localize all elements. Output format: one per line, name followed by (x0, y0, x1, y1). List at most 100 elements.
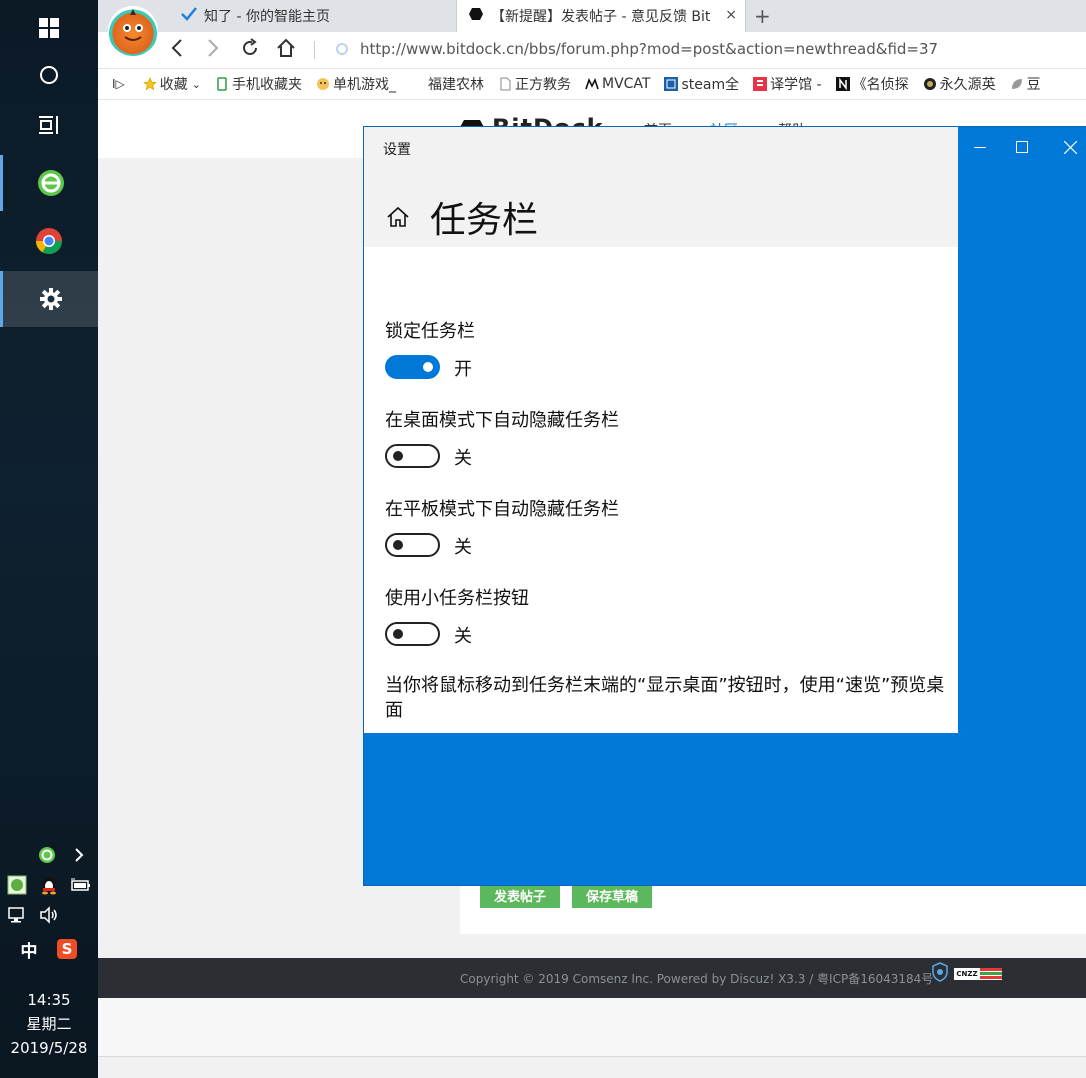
navigation-bar: http://www.bitdock.cn/bbs/forum.php?mod=… (98, 32, 1086, 69)
security-shield-icon[interactable] (932, 962, 948, 985)
tab-bitdock-post[interactable]: 【新提醒】发表帖子 - 意见反馈 Bit × (456, 0, 746, 32)
settings-titlebar[interactable]: 设置 (364, 127, 958, 167)
lock-taskbar-state: 开 (454, 359, 472, 380)
sogou-letter: S (57, 939, 77, 959)
close-icon (1063, 140, 1077, 154)
ime-indicator[interactable]: 中 (18, 938, 40, 962)
game-icon (316, 77, 330, 91)
taskbar-app-browser[interactable] (0, 155, 98, 211)
monster-face-icon (123, 9, 143, 41)
save-draft-button[interactable]: 保存草稿 (572, 882, 653, 908)
toggle-knob (423, 362, 433, 372)
small-buttons-toggle[interactable] (385, 622, 440, 646)
autohide-desktop-state: 关 (454, 448, 472, 469)
gear-icon (39, 288, 62, 310)
leaf-icon (1010, 77, 1024, 91)
forward-button[interactable] (206, 38, 220, 63)
bookmark-mobile[interactable]: 手机收藏夹 (215, 74, 302, 94)
reload-button[interactable] (240, 38, 260, 63)
notion-icon (835, 77, 850, 91)
task-view-button[interactable] (0, 97, 98, 153)
taskbar-app-settings[interactable] (0, 271, 98, 327)
bookmarks-bar: I▷ 收藏 ⌄ 手机收藏夹 单机游戏_ 福建农林 正方教务 MVCAT stea… (98, 69, 1086, 100)
setting-label-lock-taskbar: 锁定任务栏 (385, 321, 475, 342)
page-icon (498, 77, 512, 91)
tray-row-1 (0, 844, 98, 866)
browser-e-icon (37, 170, 64, 196)
show-hidden-icons-chevron-icon[interactable] (68, 844, 90, 866)
copyright-text: Copyright © 2019 Comsenz Inc. Powered by… (460, 972, 934, 986)
address-bar[interactable]: http://www.bitdock.cn/bbs/forum.php?mod=… (336, 40, 938, 58)
clock-day: 星期二 (26, 1015, 72, 1033)
small-buttons-state: 关 (454, 626, 472, 647)
page-title: 任务栏 (430, 200, 539, 241)
power-battery-icon[interactable] (70, 874, 92, 896)
maximize-button[interactable] (1002, 127, 1042, 167)
tab-label: 【新提醒】发表帖子 - 意见反馈 Bit (491, 9, 711, 25)
toggle-knob (393, 540, 403, 550)
bookmark-steam[interactable]: steam全 (664, 74, 739, 94)
bookmark-games[interactable]: 单机游戏_ (316, 74, 396, 94)
tray-row-2 (0, 874, 98, 896)
back-button[interactable] (170, 38, 184, 63)
new-tab-button[interactable]: + (754, 4, 771, 28)
toggle-knob (393, 629, 403, 639)
qq-penguin-icon[interactable] (38, 874, 60, 896)
bookmark-favorites[interactable]: 收藏 ⌄ (143, 74, 201, 94)
clock-date: 2019/5/28 (10, 1039, 88, 1057)
bookmark-zhengfang[interactable]: 正方教务 (498, 74, 571, 94)
cnzz-stripes (980, 968, 1002, 980)
task-view-icon (39, 116, 58, 134)
post-thread-button[interactable]: 发表帖子 (480, 882, 561, 908)
tray-row-3 (0, 904, 98, 926)
close-tab-icon[interactable]: × (725, 7, 737, 23)
tab-zhiliao[interactable]: 知了 - 你的智能主页 (170, 0, 454, 32)
mvcat-icon (585, 77, 599, 91)
autohide-tablet-toggle[interactable] (385, 533, 440, 557)
tray-browser-icon[interactable] (36, 844, 58, 866)
home-button[interactable] (276, 38, 296, 63)
bookmark-yixueguan[interactable]: 译学馆 - (753, 74, 822, 94)
site-footer: Copyright © 2019 Comsenz Inc. Powered by… (98, 958, 1086, 998)
tab-label: 知了 - 你的智能主页 (204, 9, 330, 25)
steam-icon (664, 77, 679, 91)
url-text: http://www.bitdock.cn/bbs/forum.php?mod=… (360, 40, 939, 58)
clock[interactable]: 14:35 星期二 2019/5/28 (0, 988, 98, 1060)
peek-description: 当你将鼠标移动到任务栏末端的“显示桌面”按钮时，使用“速览”预览桌面 (385, 675, 945, 721)
taskbar-app-chrome[interactable] (0, 213, 98, 269)
site-info-icon[interactable] (336, 43, 348, 55)
bookmark-conan[interactable]: 《名侦探 (835, 74, 909, 94)
sogou-input-icon[interactable]: S (56, 938, 78, 960)
close-button[interactable] (1054, 127, 1086, 167)
bookmark-dou[interactable]: 豆 (1010, 74, 1041, 94)
tray-green-app-icon[interactable] (6, 874, 28, 896)
chrome-icon (35, 228, 63, 255)
autohide-desktop-toggle[interactable] (385, 444, 440, 468)
windows-logo-icon (39, 18, 59, 38)
bookmark-mvcat[interactable]: MVCAT (585, 76, 650, 92)
settings-content: 锁定任务栏 开 在桌面模式下自动隐藏任务栏 关 在平板模式下自动隐藏任务栏 关 … (364, 247, 958, 733)
tab-strip: 知了 - 你的智能主页 【新提醒】发表帖子 - 意见反馈 Bit × + (98, 0, 1086, 32)
settings-header: 任务栏 (364, 167, 958, 247)
bookmark-yongjiu[interactable]: 永久源英 (923, 74, 996, 94)
setting-label-autohide-desktop: 在桌面模式下自动隐藏任务栏 (385, 410, 619, 431)
settings-window: 设置 任务栏 锁定任务栏 开 在桌面模式下自动隐藏任务栏 关 在平板模式下自动隐… (364, 127, 1086, 885)
lock-taskbar-toggle[interactable] (385, 355, 440, 379)
minimize-button[interactable] (958, 127, 1002, 167)
cortana-button[interactable] (0, 47, 98, 103)
volume-icon[interactable] (38, 904, 60, 926)
settings-home-button[interactable] (386, 205, 410, 229)
minimize-icon (974, 147, 986, 148)
star-icon (143, 77, 157, 91)
forward-arrow-icon (208, 39, 219, 57)
cnzz-badge[interactable]: CNZZ (954, 968, 1002, 980)
bookmark-fafu[interactable]: 福建农林 (428, 74, 484, 94)
setting-label-small-buttons: 使用小任务栏按钮 (385, 588, 529, 609)
bookmarks-sidebar-toggle[interactable]: I▷ (112, 77, 125, 91)
league-icon (923, 77, 937, 91)
window-title: 设置 (383, 142, 411, 158)
yixue-icon (753, 77, 768, 91)
network-icon[interactable] (6, 904, 28, 926)
user-avatar[interactable] (108, 6, 158, 56)
autohide-tablet-state: 关 (454, 537, 472, 558)
